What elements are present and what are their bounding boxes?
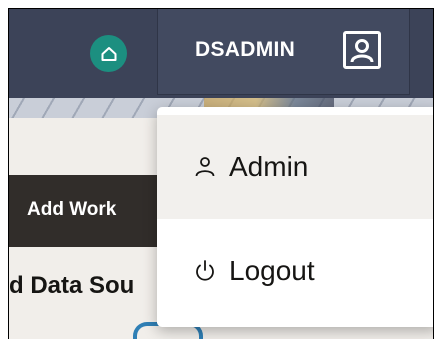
data-sources-title: d Data Sou [9,272,135,299]
user-profile-icon [343,31,381,69]
menu-item-logout[interactable]: Logout [157,219,433,323]
user-name: DSADMIN [195,38,296,61]
top-header-bar: DSADMIN [9,9,433,98]
power-icon [196,260,214,281]
user-menu-button[interactable]: DSADMIN [157,9,410,95]
menu-item-logout-label: Logout [229,255,315,286]
menu-item-admin[interactable]: Admin [157,115,433,219]
menu-item-admin-label: Admin [229,151,309,182]
add-work-label: Add Work [27,199,117,220]
app-frame: DSADMIN Add Work d Data Sou Admin Logout [8,8,434,339]
home-icon [101,46,116,61]
home-button[interactable] [90,35,127,72]
person-icon [195,157,215,177]
user-dropdown-menu: Admin Logout [157,107,433,327]
